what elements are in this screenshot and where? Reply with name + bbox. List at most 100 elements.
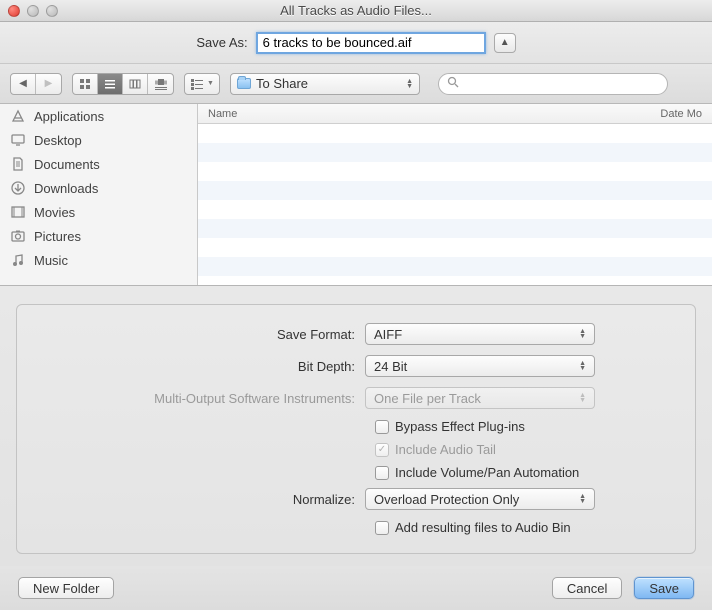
multi-output-label: Multi-Output Software Instruments: — [35, 391, 365, 406]
list-row — [198, 219, 712, 238]
file-list-rows[interactable] — [198, 124, 712, 285]
file-browser: Applications Desktop Documents Downloads… — [0, 104, 712, 286]
sidebar-item-movies[interactable]: Movies — [0, 200, 197, 224]
columns-icon — [129, 78, 141, 90]
chevron-down-icon: ▼ — [207, 80, 214, 87]
updown-caret-icon: ▲▼ — [406, 79, 413, 89]
updown-caret-icon: ▲▼ — [579, 361, 586, 371]
view-columns-button[interactable] — [123, 74, 148, 94]
updown-caret-icon: ▲▼ — [579, 329, 586, 339]
save-format-value: AIFF — [374, 327, 402, 342]
search-input[interactable] — [464, 76, 659, 91]
view-icons-button[interactable] — [73, 74, 98, 94]
sidebar-item-label: Pictures — [34, 229, 81, 244]
window-title: All Tracks as Audio Files... — [0, 3, 712, 18]
minimize-button[interactable] — [27, 5, 39, 17]
folder-name: To Share — [256, 76, 308, 91]
nav-forward-button[interactable]: ▶ — [36, 74, 61, 94]
multi-output-select: One File per Track ▲▼ — [365, 387, 595, 409]
titlebar: All Tracks as Audio Files... — [0, 0, 712, 22]
arrange-button[interactable]: ▼ — [185, 74, 219, 94]
applications-icon — [10, 108, 26, 124]
arrange-segment: ▼ — [184, 73, 220, 95]
chevron-right-icon: ▶ — [45, 78, 53, 89]
save-format-select[interactable]: AIFF ▲▼ — [365, 323, 595, 345]
bit-depth-value: 24 Bit — [374, 359, 407, 374]
zoom-button[interactable] — [46, 5, 58, 17]
save-as-label: Save As: — [196, 35, 247, 50]
multi-output-value: One File per Track — [374, 391, 481, 406]
updown-caret-icon: ▲▼ — [579, 494, 586, 504]
save-as-row: Save As: ▲ — [0, 22, 712, 64]
arrange-icon — [190, 78, 204, 90]
bit-depth-label: Bit Depth: — [35, 359, 365, 374]
column-name[interactable]: Name — [208, 108, 632, 120]
updown-caret-icon: ▲▼ — [579, 393, 586, 403]
normalize-value: Overload Protection Only — [374, 492, 519, 507]
list-row — [198, 238, 712, 257]
list-row — [198, 124, 712, 143]
sidebar-item-label: Music — [34, 253, 68, 268]
cancel-button[interactable]: Cancel — [552, 577, 622, 599]
folder-icon — [237, 78, 251, 89]
sidebar: Applications Desktop Documents Downloads… — [0, 104, 198, 285]
pictures-icon — [10, 228, 26, 244]
column-date[interactable]: Date Mo — [632, 108, 702, 120]
nav-segment: ◀ ▶ — [10, 73, 62, 95]
normalize-label: Normalize: — [35, 492, 365, 507]
include-vol-pan-checkbox[interactable] — [375, 466, 389, 480]
sidebar-item-documents[interactable]: Documents — [0, 152, 197, 176]
desktop-icon — [10, 132, 26, 148]
chevron-up-icon: ▲ — [500, 37, 510, 48]
save-button[interactable]: Save — [634, 577, 694, 599]
sidebar-item-label: Downloads — [34, 181, 98, 196]
normalize-select[interactable]: Overload Protection Only ▲▼ — [365, 488, 595, 510]
add-to-bin-checkbox[interactable] — [375, 521, 389, 535]
sidebar-item-label: Movies — [34, 205, 75, 220]
close-button[interactable] — [8, 5, 20, 17]
add-to-bin-label: Add resulting files to Audio Bin — [395, 520, 571, 535]
list-row — [198, 181, 712, 200]
include-vol-pan-label: Include Volume/Pan Automation — [395, 465, 579, 480]
options-pane: Save Format: AIFF ▲▼ Bit Depth: 24 Bit ▲… — [0, 286, 712, 566]
expand-toggle-button[interactable]: ▲ — [494, 33, 516, 53]
sidebar-item-pictures[interactable]: Pictures — [0, 224, 197, 248]
list-row — [198, 257, 712, 276]
music-icon — [10, 252, 26, 268]
include-tail-label: Include Audio Tail — [395, 442, 496, 457]
save-as-input[interactable] — [256, 32, 486, 54]
bypass-fx-label: Bypass Effect Plug-ins — [395, 419, 525, 434]
sidebar-item-desktop[interactable]: Desktop — [0, 128, 197, 152]
save-format-label: Save Format: — [35, 327, 365, 342]
downloads-icon — [10, 180, 26, 196]
view-list-button[interactable] — [98, 74, 123, 94]
sidebar-item-label: Applications — [34, 109, 104, 124]
list-row — [198, 162, 712, 181]
window-controls — [8, 5, 58, 17]
toolbar: ◀ ▶ — [0, 64, 712, 104]
sidebar-item-music[interactable]: Music — [0, 248, 197, 272]
search-icon — [447, 76, 459, 91]
folder-select[interactable]: To Share ▲▼ — [230, 73, 420, 95]
bit-depth-select[interactable]: 24 Bit ▲▼ — [365, 355, 595, 377]
chevron-left-icon: ◀ — [19, 78, 27, 89]
bypass-fx-checkbox[interactable] — [375, 420, 389, 434]
documents-icon — [10, 156, 26, 172]
movies-icon — [10, 204, 26, 220]
sidebar-item-label: Desktop — [34, 133, 82, 148]
coverflow-icon — [154, 78, 168, 90]
list-row — [198, 143, 712, 162]
list-icon — [104, 78, 116, 90]
list-row — [198, 200, 712, 219]
nav-back-button[interactable]: ◀ — [11, 74, 36, 94]
sidebar-item-label: Documents — [34, 157, 100, 172]
footer: New Folder Cancel Save — [0, 566, 712, 610]
view-segment — [72, 73, 174, 95]
include-tail-checkbox: ✓ — [375, 443, 389, 457]
sidebar-item-applications[interactable]: Applications — [0, 104, 197, 128]
sidebar-item-downloads[interactable]: Downloads — [0, 176, 197, 200]
search-field[interactable] — [438, 73, 668, 95]
new-folder-button[interactable]: New Folder — [18, 577, 114, 599]
view-coverflow-button[interactable] — [148, 74, 173, 94]
file-list-header[interactable]: Name Date Mo — [198, 104, 712, 124]
